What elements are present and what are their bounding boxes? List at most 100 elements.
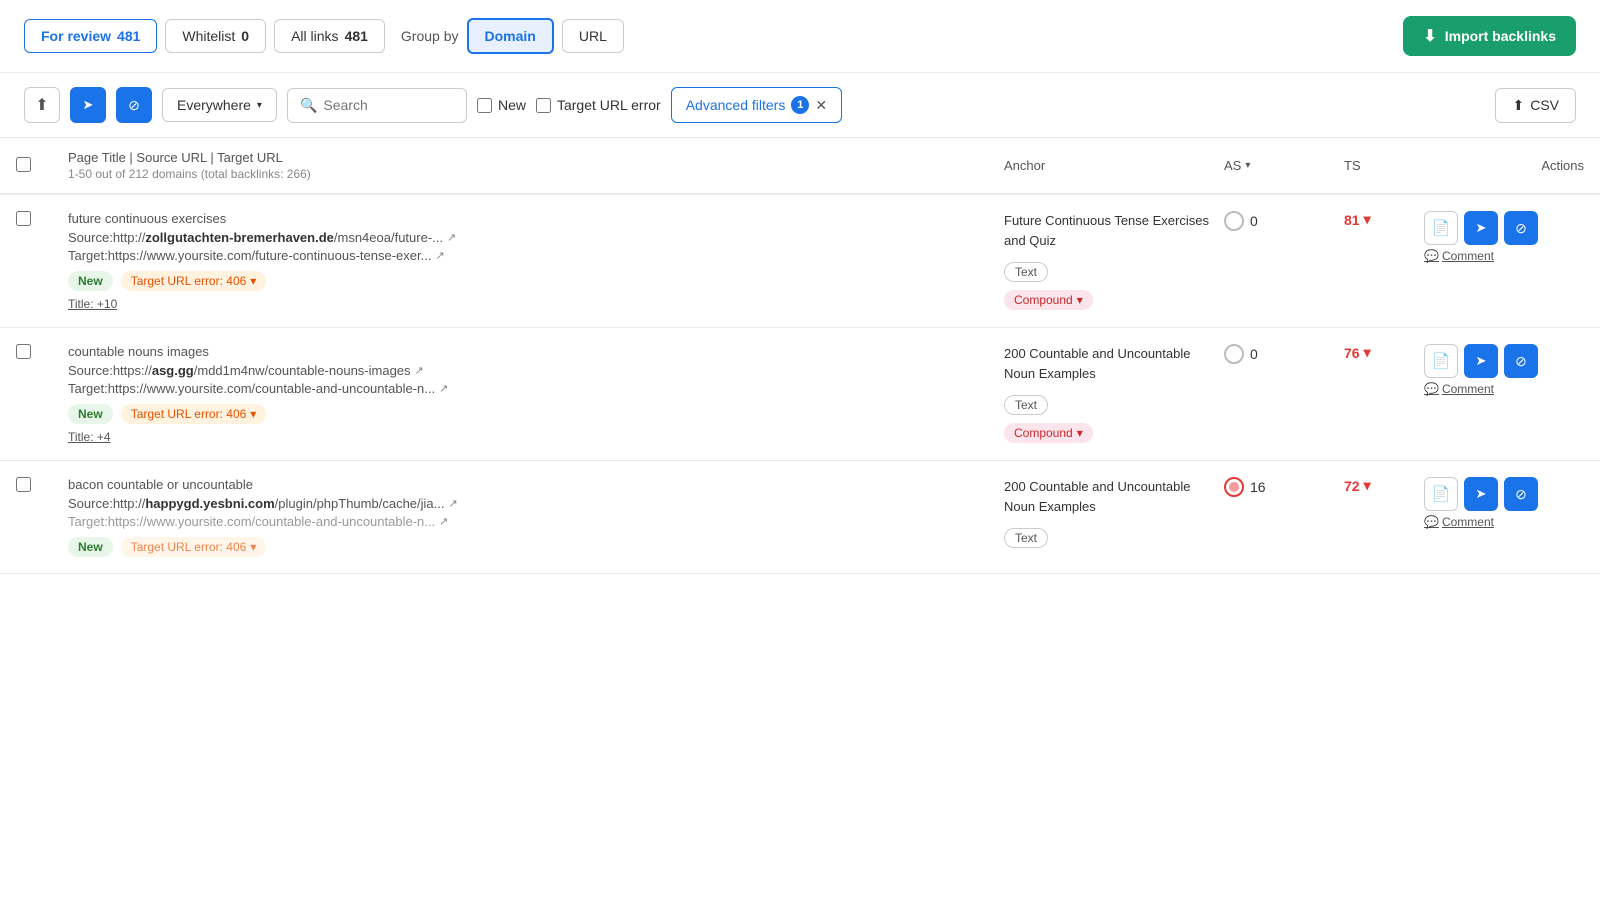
ts-th: TS xyxy=(1344,158,1424,173)
ts-value: 81 xyxy=(1344,212,1360,228)
csv-label: CSV xyxy=(1530,97,1559,113)
row-checkbox-cell[interactable] xyxy=(16,477,68,495)
ts-chevron-icon: ▾ xyxy=(1364,477,1371,494)
target-external-icon[interactable]: ↗ xyxy=(439,382,448,395)
doc-action-button[interactable]: 📄 xyxy=(1424,211,1458,245)
as-sort-icon: ▾ xyxy=(1245,160,1250,171)
advanced-filters-button[interactable]: Advanced filters 1 ✕ xyxy=(671,87,842,123)
new-filter-checkbox[interactable] xyxy=(477,98,492,113)
send-action-button[interactable]: ➤ xyxy=(1464,344,1498,378)
row-page-info: bacon countable or uncountable Source: h… xyxy=(68,477,1004,557)
block-action-button[interactable]: ⊘ xyxy=(1504,211,1538,245)
row-checkbox-cell[interactable] xyxy=(16,211,68,229)
error-badge[interactable]: Target URL error: 406 ▾ xyxy=(121,404,267,424)
row-target-url: https://www.yoursite.com/future-continuo… xyxy=(108,248,432,263)
error-badge-label: Target URL error: 406 xyxy=(131,540,247,554)
source-external-icon[interactable]: ↗ xyxy=(447,231,456,244)
row-anchor-compound[interactable]: Compound ▾ xyxy=(1004,423,1093,443)
as-radio-icon xyxy=(1224,211,1244,231)
row-checkbox-cell[interactable] xyxy=(16,344,68,362)
actions-th: Actions xyxy=(1424,158,1584,173)
error-chevron-icon: ▾ xyxy=(250,274,256,288)
tab-all-links-label: All links xyxy=(291,28,338,44)
row-ts-cell[interactable]: 76 ▾ xyxy=(1344,344,1424,361)
comment-link[interactable]: 💬 Comment xyxy=(1424,515,1584,529)
compound-label: Compound xyxy=(1014,293,1073,307)
tab-all-links-count: 481 xyxy=(345,28,368,44)
row-ts-cell[interactable]: 81 ▾ xyxy=(1344,211,1424,228)
import-backlinks-button[interactable]: ⬇ Import backlinks xyxy=(1403,16,1576,56)
row-page-title: countable nouns images xyxy=(68,344,1004,359)
tab-for-review[interactable]: For review 481 xyxy=(24,19,157,53)
send-action-button[interactable]: ➤ xyxy=(1464,477,1498,511)
row-checkbox[interactable] xyxy=(16,211,31,226)
target-external-icon[interactable]: ↗ xyxy=(439,515,448,528)
tab-whitelist-count: 0 xyxy=(241,28,249,44)
row-target-url: https://www.yoursite.com/countable-and-u… xyxy=(108,381,435,396)
row-checkbox[interactable] xyxy=(16,344,31,359)
row-badges: New Target URL error: 406 ▾ xyxy=(68,271,1004,291)
comment-link[interactable]: 💬 Comment xyxy=(1424,249,1584,263)
tab-for-review-label: For review xyxy=(41,28,111,44)
advanced-filters-close-icon[interactable]: ✕ xyxy=(815,97,827,114)
row-checkbox[interactable] xyxy=(16,477,31,492)
row-anchor-type: Text xyxy=(1004,262,1048,282)
comment-label: Comment xyxy=(1442,249,1494,263)
search-box[interactable]: 🔍 xyxy=(287,88,467,123)
row-as-cell: 16 xyxy=(1224,477,1344,497)
block-button[interactable]: ⊘ xyxy=(116,87,152,123)
block-action-button[interactable]: ⊘ xyxy=(1504,344,1538,378)
row-anchor-text: 200 Countable and Uncountable Noun Examp… xyxy=(1004,477,1224,516)
row-ts-cell[interactable]: 72 ▾ xyxy=(1344,477,1424,494)
tab-all-links[interactable]: All links 481 xyxy=(274,19,385,53)
tab-whitelist[interactable]: Whitelist 0 xyxy=(165,19,266,53)
doc-action-button[interactable]: 📄 xyxy=(1424,344,1458,378)
comment-link[interactable]: 💬 Comment xyxy=(1424,382,1584,396)
compound-chevron-icon: ▾ xyxy=(1077,293,1083,307)
target-external-icon[interactable]: ↗ xyxy=(435,249,444,262)
new-filter-label: New xyxy=(498,97,526,113)
select-all-checkbox-cell[interactable] xyxy=(16,157,68,175)
table-row: bacon countable or uncountable Source: h… xyxy=(0,461,1600,574)
target-url-error-checkbox-group[interactable]: Target URL error xyxy=(536,97,661,113)
error-badge-label: Target URL error: 406 xyxy=(131,407,247,421)
row-title-plus[interactable]: Title: +10 xyxy=(68,297,1004,311)
group-by-domain[interactable]: Domain xyxy=(467,18,554,54)
row-target-line: Target: https://www.yoursite.com/countab… xyxy=(68,514,1004,529)
source-external-icon[interactable]: ↗ xyxy=(448,497,457,510)
comment-label: Comment xyxy=(1442,515,1494,529)
csv-export-button[interactable]: ⬆ CSV xyxy=(1495,88,1576,123)
target-url-error-checkbox[interactable] xyxy=(536,98,551,113)
send-button[interactable]: ➤ xyxy=(70,87,106,123)
comment-icon: 💬 xyxy=(1424,249,1439,263)
everywhere-dropdown[interactable]: Everywhere ▾ xyxy=(162,88,277,122)
search-input[interactable] xyxy=(323,97,443,113)
row-page-title: future continuous exercises xyxy=(68,211,1004,226)
block-action-button[interactable]: ⊘ xyxy=(1504,477,1538,511)
ts-value: 76 xyxy=(1344,345,1360,361)
ts-chevron-icon: ▾ xyxy=(1364,344,1371,361)
doc-action-button[interactable]: 📄 xyxy=(1424,477,1458,511)
error-badge[interactable]: Target URL error: 406 ▾ xyxy=(121,271,267,291)
row-title-plus[interactable]: Title: +4 xyxy=(68,430,1004,444)
filter-bar: ⬆ ➤ ⊘ Everywhere ▾ 🔍 New Target URL erro… xyxy=(0,73,1600,138)
select-all-checkbox[interactable] xyxy=(16,157,31,172)
group-by-url[interactable]: URL xyxy=(562,19,624,53)
ts-chevron-icon: ▾ xyxy=(1364,211,1371,228)
row-anchor-compound[interactable]: Compound ▾ xyxy=(1004,290,1093,310)
source-external-icon[interactable]: ↗ xyxy=(415,364,424,377)
error-badge[interactable]: Target URL error: 406 ▾ xyxy=(121,537,267,557)
comment-label: Comment xyxy=(1442,382,1494,396)
as-radio-partial-icon xyxy=(1224,477,1244,497)
table-row: countable nouns images Source: https://a… xyxy=(0,328,1600,461)
row-anchor-cell: Future Continuous Tense Exercises and Qu… xyxy=(1004,211,1224,310)
row-source-suffix: /plugin/phpThumb/cache/jia... xyxy=(275,496,445,511)
page-title-th: Page Title | Source URL | Target URL xyxy=(68,150,1004,165)
export-button[interactable]: ⬆ xyxy=(24,87,60,123)
send-action-button[interactable]: ➤ xyxy=(1464,211,1498,245)
as-value: 0 xyxy=(1250,346,1258,362)
as-th[interactable]: AS ▾ xyxy=(1224,158,1344,173)
new-filter-checkbox-group[interactable]: New xyxy=(477,97,526,113)
tab-whitelist-label: Whitelist xyxy=(182,28,235,44)
row-source-suffix: /mdd1m4nw/countable-nouns-images xyxy=(194,363,411,378)
